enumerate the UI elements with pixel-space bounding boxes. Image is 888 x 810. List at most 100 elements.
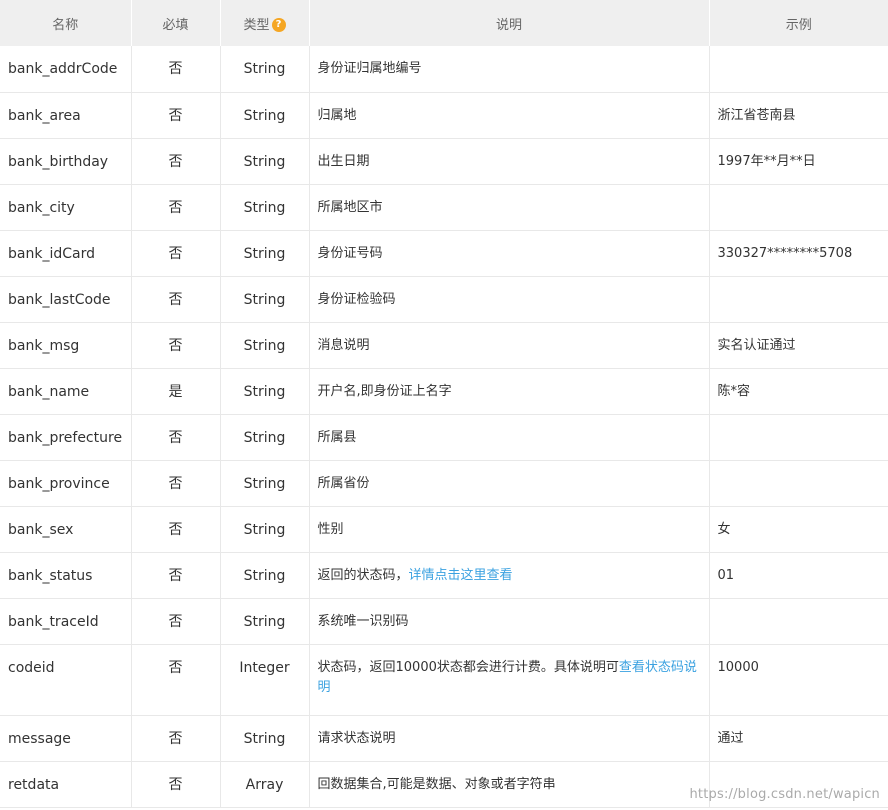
param-type-text: String [243,429,286,446]
table-row: bank_traceId 否 String 系统唯一识别码 [0,598,888,645]
param-type: String [219,46,310,93]
param-type: String [219,460,310,507]
param-required: 否 [130,552,221,599]
table-row: bank_status 否 String 返回的状态码，详情点击这里查看 01 [0,552,888,599]
param-example-text: 1997年**月**日 [717,153,816,169]
table-row: bank_birthday 否 String 出生日期 1997年**月**日 [0,138,888,185]
param-description: 返回的状态码，详情点击这里查看 [308,552,710,599]
param-example-text: 浙江省苍南县 [717,107,796,123]
param-name: retdata [0,761,132,808]
doc-link[interactable]: 详情点击这里查看 [409,568,513,583]
param-name-text: bank_addrCode [8,61,118,77]
param-description-text: 身份证归属地编号 [317,61,422,76]
param-name-text: bank_area [8,107,81,124]
param-required: 否 [130,460,221,507]
param-type: String [219,138,310,185]
param-description-text: 消息说明 [317,337,370,353]
param-name: bank_area [0,92,132,139]
param-description-text: 开户名,即身份证上名字 [317,383,452,399]
param-type-text: String [243,61,286,77]
param-description-text: 所属省份 [317,475,370,491]
param-description-text: 状态码，返回10000状态都会进行计费。具体说明可 [317,659,619,675]
header-required: 必填 [131,0,221,46]
param-example: 浙江省苍南县 [708,92,888,139]
param-name: bank_city [0,184,132,231]
param-description-text: 身份证号码 [317,245,383,261]
param-type: String [219,506,310,553]
param-required: 否 [130,230,221,277]
param-required-text: 否 [168,730,183,747]
param-type-text: String [243,291,286,308]
param-example: 陈*容 [708,368,888,415]
param-description: 出生日期 [308,138,710,185]
table-row: bank_lastCode 否 String 身份证检验码 [0,276,888,323]
header-type: 类型? [220,0,310,46]
param-type: String [219,368,310,415]
param-name-text: bank_city [8,199,75,216]
param-required: 否 [130,322,221,369]
param-type-text: Array [245,776,284,793]
param-required-text: 否 [168,153,183,170]
param-example [708,598,888,645]
param-example-text: 实名认证通过 [717,337,796,353]
param-description: 身份证归属地编号 [308,46,710,93]
table-body: bank_addrCode 否 String 身份证归属地编号 bank_area 否 St… [0,46,888,808]
param-type-text: String [243,613,286,630]
param-description-text: 出生日期 [317,153,370,169]
table-row: bank_msg 否 String 消息说明 实名认证通过 [0,322,888,369]
param-description-text: 返回的状态码， [317,567,409,583]
param-example [708,276,888,323]
table-row: bank_name 是 String 开户名,即身份证上名字 陈*容 [0,368,888,415]
param-name: codeid [0,644,132,716]
param-example: 实名认证通过 [708,322,888,369]
param-type: Integer [219,644,310,716]
param-required-text: 否 [168,107,183,124]
param-name: bank_addrCode [0,46,132,93]
param-example: 女 [708,506,888,553]
param-required-text: 否 [168,521,183,538]
param-name: bank_traceId [0,598,132,645]
header-name: 名称 [0,0,132,46]
param-example-text: 10000 [717,659,759,675]
param-description: 身份证号码 [308,230,710,277]
param-required-text: 否 [168,245,183,262]
param-required: 否 [130,506,221,553]
param-name: message [0,715,132,762]
param-type-text: String [243,567,286,584]
param-name: bank_prefecture [0,414,132,461]
table-row: message 否 String 请求状态说明 通过 [0,715,888,762]
param-example-text: 陈*容 [717,383,751,399]
table-row: bank_province 否 String 所属省份 [0,460,888,507]
param-description: 状态码，返回10000状态都会进行计费。具体说明可查看状态码说明 [308,644,710,716]
param-name-text: bank_prefecture [8,429,123,446]
param-description-text: 请求状态说明 [317,730,396,746]
help-icon[interactable]: ? [271,17,286,32]
param-name-text: bank_sex [8,521,74,538]
param-example [708,460,888,507]
param-example: 1997年**月**日 [708,138,888,185]
watermark: https://blog.csdn.net/wapicn [689,787,880,802]
param-type: String [219,184,310,231]
param-type: String [219,598,310,645]
param-example-text: 女 [717,521,731,537]
param-type-text: String [243,245,286,262]
param-required-text: 否 [168,429,183,446]
param-description-text: 归属地 [317,107,357,123]
param-name-text: message [8,730,71,747]
param-description: 身份证检验码 [308,276,710,323]
param-description-text: 所属县 [317,429,357,445]
param-required: 否 [130,138,221,185]
param-description-text: 回数据集合,可能是数据、对象或者字符串 [317,776,556,792]
param-type: String [219,414,310,461]
param-required-text: 否 [168,337,183,354]
param-name-text: retdata [8,776,60,793]
param-description: 所属省份 [308,460,710,507]
param-required-text: 否 [168,291,183,308]
table-row: bank_sex 否 String 性别 女 [0,506,888,553]
param-description: 性别 [308,506,710,553]
param-required-text: 否 [168,776,183,793]
param-description-text: 身份证检验码 [317,291,396,307]
param-required: 否 [130,414,221,461]
param-example: 通过 [708,715,888,762]
param-description: 开户名,即身份证上名字 [308,368,710,415]
